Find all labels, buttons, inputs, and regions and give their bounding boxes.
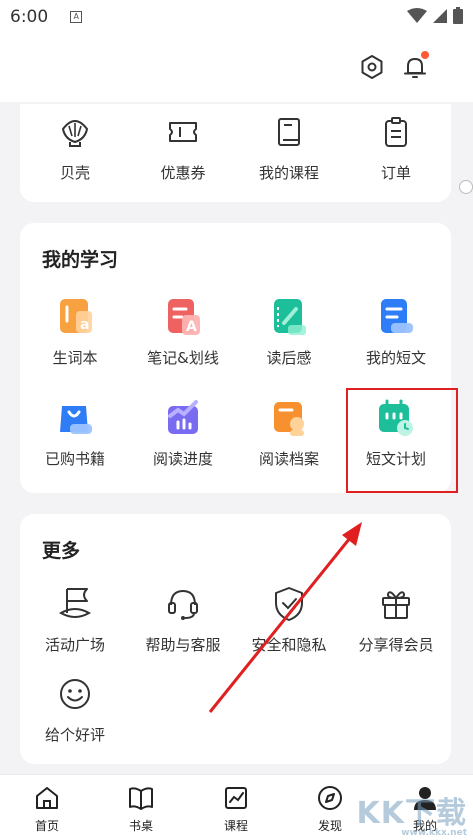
smile-icon <box>55 674 95 714</box>
watermark: KK下载 www.kkx.net <box>357 788 468 838</box>
wallet-card: 贝壳 优惠券 我的课程 订单 <box>20 104 451 202</box>
my-courses-item[interactable]: 我的课程 <box>235 112 343 183</box>
progress-icon <box>163 398 203 438</box>
flag-icon <box>55 584 95 624</box>
notes-icon: A <box>163 297 203 337</box>
home-icon <box>17 783 77 813</box>
more-card: 更多 活动广场 帮助与客服 安全和隐私 分享得会员 给个好评 <box>20 514 451 764</box>
tab-discover-label: 发现 <box>317 819 342 833</box>
header <box>0 34 473 102</box>
reflection-label: 读后感 <box>266 349 312 367</box>
reading-archive-item[interactable]: 阅读档案 <box>235 398 343 469</box>
coupon-item[interactable]: 优惠券 <box>129 112 237 183</box>
my-essay-label: 我的短文 <box>365 349 426 367</box>
shell-icon <box>55 112 95 152</box>
shield-icon <box>269 584 309 624</box>
activity-square-label: 活动广场 <box>44 636 105 654</box>
shell-item[interactable]: 贝壳 <box>21 112 129 183</box>
reading-progress-item[interactable]: 阅读进度 <box>129 398 237 469</box>
notes-label: 笔记&划线 <box>147 349 219 367</box>
book-icon <box>269 112 309 152</box>
svg-text:a: a <box>80 317 89 333</box>
essay-icon <box>376 297 416 337</box>
notification-badge <box>421 51 429 59</box>
svg-text:A: A <box>186 319 197 335</box>
security-privacy-item[interactable]: 安全和隐私 <box>235 584 343 655</box>
rate-us-label: 给个好评 <box>44 726 105 744</box>
purchased-books-item[interactable]: 已购书籍 <box>21 398 129 469</box>
archive-icon <box>269 398 309 438</box>
reading-archive-label: 阅读档案 <box>258 450 319 468</box>
tab-desk[interactable]: 书桌 <box>111 783 171 834</box>
coupon-label: 优惠券 <box>160 164 206 182</box>
shell-label: 贝壳 <box>59 164 90 182</box>
tab-home-label: 首页 <box>34 819 59 833</box>
chart-icon <box>206 783 266 813</box>
my-courses-label: 我的课程 <box>258 164 319 182</box>
clipboard-icon <box>376 112 416 152</box>
security-privacy-label: 安全和隐私 <box>251 636 327 654</box>
coupon-icon <box>163 112 203 152</box>
reflection-icon <box>269 297 309 337</box>
status-bar: 6:00 A <box>0 0 473 34</box>
gift-icon <box>376 584 416 624</box>
tab-desk-label: 书桌 <box>128 819 153 833</box>
watermark-text: KK下载 <box>356 796 467 831</box>
settings-icon[interactable] <box>357 52 387 82</box>
wifi-icon <box>407 7 427 23</box>
notification-bell-icon[interactable] <box>400 51 430 82</box>
side-scroll-indicator <box>459 180 473 194</box>
battery-icon <box>453 7 463 24</box>
share-membership-label: 分享得会员 <box>358 636 434 654</box>
status-icons <box>407 7 463 24</box>
reflection-item[interactable]: 读后感 <box>235 297 343 368</box>
more-title: 更多 <box>42 540 81 562</box>
orders-label: 订单 <box>380 164 411 182</box>
notes-item[interactable]: A 笔记&划线 <box>129 297 237 368</box>
vocabulary-icon: a <box>55 297 95 337</box>
share-membership-item[interactable]: 分享得会员 <box>342 584 450 655</box>
my-essay-item[interactable]: 我的短文 <box>342 297 450 368</box>
open-book-icon <box>111 783 171 813</box>
activity-square-item[interactable]: 活动广场 <box>21 584 129 655</box>
tab-courses-label: 课程 <box>223 819 248 833</box>
orders-item[interactable]: 订单 <box>342 112 450 183</box>
help-service-label: 帮助与客服 <box>145 636 221 654</box>
highlight-box <box>346 388 458 493</box>
vocabulary-item[interactable]: a 生词本 <box>21 297 129 368</box>
sim-icon: A <box>70 11 83 23</box>
help-service-item[interactable]: 帮助与客服 <box>129 584 237 655</box>
tab-home[interactable]: 首页 <box>17 783 77 834</box>
tab-discover[interactable]: 发现 <box>300 783 360 834</box>
headset-icon <box>163 584 203 624</box>
reading-progress-label: 阅读进度 <box>152 450 213 468</box>
compass-icon <box>300 783 360 813</box>
vocabulary-label: 生词本 <box>52 349 98 367</box>
tab-courses[interactable]: 课程 <box>206 783 266 834</box>
bag-icon <box>55 398 95 438</box>
signal-icon <box>433 8 447 23</box>
purchased-books-label: 已购书籍 <box>44 450 105 468</box>
rate-us-item[interactable]: 给个好评 <box>21 674 129 745</box>
my-study-title: 我的学习 <box>42 249 119 271</box>
status-time: 6:00 <box>10 7 49 27</box>
